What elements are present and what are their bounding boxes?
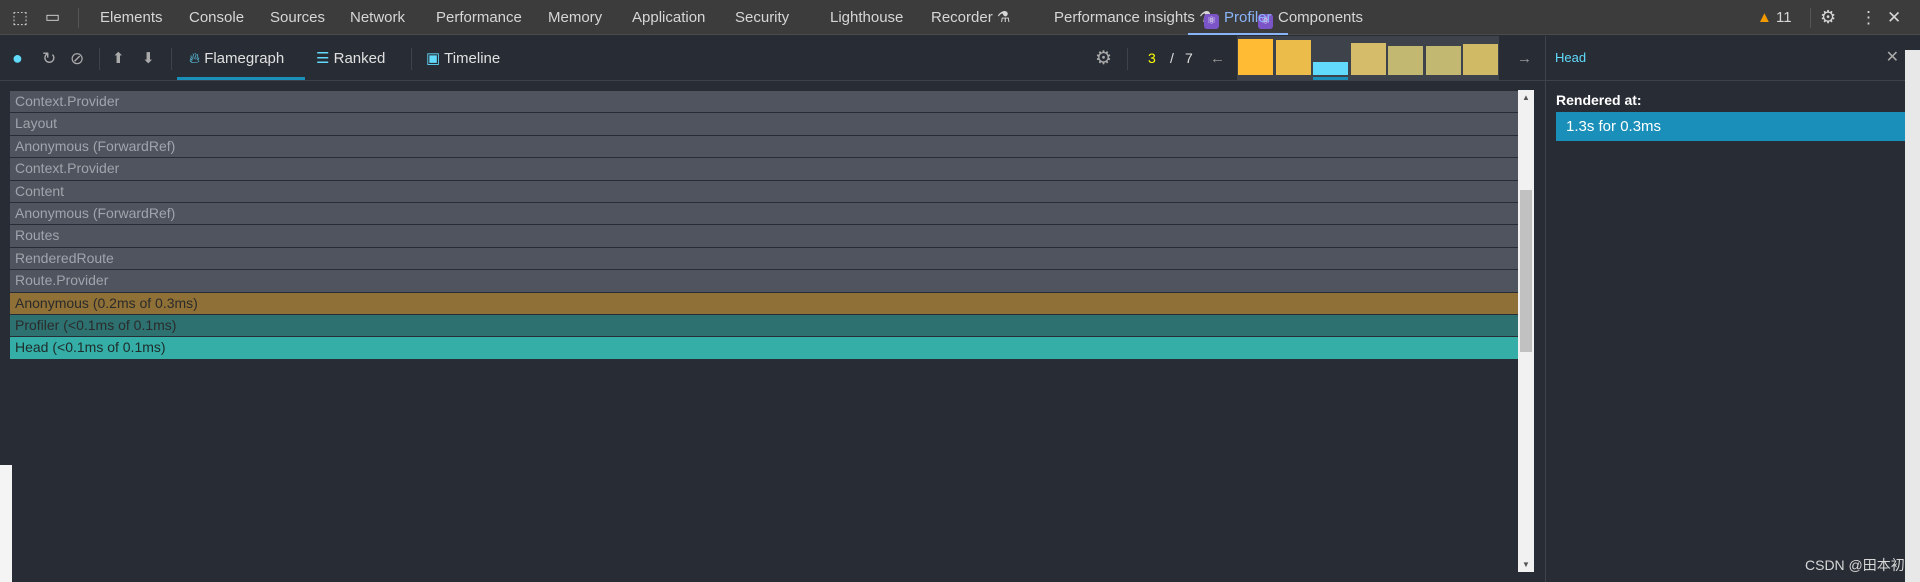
commit-bar[interactable]	[1388, 46, 1423, 75]
tab-memory[interactable]: Memory	[548, 0, 602, 35]
tab-elements[interactable]: Elements	[100, 0, 163, 35]
flamegraph-node[interactable]: Context.Provider	[10, 158, 1518, 181]
rendered-at-item[interactable]: 1.3s for 0.3ms	[1556, 112, 1906, 141]
tab-application[interactable]: Application	[632, 0, 705, 35]
tab-profiler[interactable]: ⚛ Profiler	[1188, 0, 1288, 35]
flamegraph-node[interactable]: Anonymous (0.2ms of 0.3ms)	[10, 292, 1518, 315]
device-toolbar-icon[interactable]: ▭	[45, 0, 60, 35]
previous-commit-button[interactable]: ←	[1210, 36, 1225, 81]
flamegraph-node[interactable]: Anonymous (ForwardRef)	[10, 135, 1518, 159]
inspect-element-icon[interactable]: ⬚	[12, 0, 28, 35]
tab-console[interactable]: Console	[189, 0, 244, 35]
commit-bar[interactable]	[1275, 40, 1311, 75]
timeline-label: Timeline	[444, 50, 501, 67]
scroll-down-icon[interactable]: ▼	[1518, 560, 1534, 569]
timeline-tab[interactable]: ▣ Timeline	[426, 36, 500, 81]
react-icon: ⚛	[1204, 14, 1219, 29]
record-button[interactable]: ●	[12, 36, 23, 81]
flame-icon: 🔥︎	[189, 50, 201, 67]
flamegraph-node[interactable]: Profiler (<0.1ms of 0.1ms)	[10, 314, 1518, 338]
save-profile-icon[interactable]: ⬇	[142, 36, 155, 81]
selected-component-name: Head	[1555, 50, 1587, 65]
watermark: CSDN @田本初	[1805, 557, 1905, 573]
commit-bar[interactable]	[1425, 46, 1461, 75]
commit-bar-chart	[1237, 36, 1499, 80]
flamegraph-node[interactable]: Content	[10, 180, 1518, 203]
clear-profile-icon[interactable]: ⊘	[70, 36, 84, 81]
selected-commit-indicator	[1313, 77, 1348, 80]
ranked-tab[interactable]: ☰ Ranked	[316, 36, 385, 81]
scrollbar-thumb[interactable]	[1520, 190, 1532, 352]
profiler-settings-icon[interactable]: ⚙	[1095, 36, 1112, 81]
tab-performance[interactable]: Performance	[436, 0, 522, 35]
flamegraph-node[interactable]: Route.Provider	[10, 270, 1518, 293]
tab-recorder-label: Recorder	[931, 9, 993, 26]
flamegraph-scrollbar[interactable]: ▲ ▼	[1518, 90, 1534, 572]
commit-bar[interactable]	[1463, 44, 1498, 75]
settings-gear-icon[interactable]: ⚙	[1820, 0, 1836, 35]
flamegraph-node[interactable]: Layout	[10, 113, 1518, 136]
close-devtools-icon[interactable]: ✕	[1887, 0, 1901, 35]
ranked-icon: ☰	[316, 50, 330, 67]
ranked-label: Ranked	[333, 50, 386, 67]
flamegraph: Context.Provider Layout Anonymous (Forward…	[10, 91, 1518, 360]
tab-security[interactable]: Security	[735, 0, 789, 35]
flamegraph-node[interactable]: RenderedRoute	[10, 247, 1518, 271]
tab-profiler-label: Profiler	[1224, 9, 1272, 26]
background-page	[1905, 50, 1920, 582]
tab-performance-insights-label: Performance insights	[1054, 9, 1195, 26]
tab-lighthouse[interactable]: Lighthouse	[830, 0, 903, 35]
flamegraph-node[interactable]: Anonymous (ForwardRef)	[10, 202, 1518, 226]
flamegraph-node[interactable]: Routes	[10, 225, 1518, 248]
next-commit-button[interactable]: →	[1517, 36, 1532, 81]
flamegraph-label: Flamegraph	[204, 50, 285, 67]
commit-total: 7	[1185, 50, 1193, 66]
tab-components-label: Components	[1278, 9, 1364, 26]
selected-fiber-panel: Head ✕ Rendered at: 1.3s for 0.3ms	[1545, 36, 1906, 582]
flamegraph-tab[interactable]: 🔥︎ Flamegraph	[177, 36, 305, 80]
tab-network[interactable]: Network	[350, 0, 405, 35]
warning-icon: ▲	[1757, 9, 1772, 26]
load-profile-icon[interactable]: ⬆	[112, 36, 125, 81]
calendar-icon: ▣	[426, 50, 441, 67]
devtools-tab-bar: ⬚ ▭ Elements Console Sources Network Per…	[0, 0, 1920, 35]
commit-bar[interactable]	[1238, 39, 1273, 75]
tab-sources[interactable]: Sources	[270, 0, 325, 35]
tab-recorder[interactable]: Recorder ⚗	[931, 0, 1010, 35]
commit-bar[interactable]	[1350, 43, 1386, 75]
flamegraph-node[interactable]: Context.Provider	[10, 91, 1518, 114]
flamegraph-node[interactable]: Head (<0.1ms of 0.1ms)	[10, 337, 1518, 360]
background-page	[0, 465, 12, 582]
reload-and-profile-icon[interactable]: ↻	[42, 36, 56, 81]
commit-current: 3	[1148, 50, 1156, 66]
commit-separator: /	[1170, 50, 1174, 66]
flask-icon: ⚗	[996, 9, 1011, 26]
warnings-badge[interactable]: ▲ 11	[1757, 0, 1792, 35]
warnings-count: 11	[1776, 9, 1792, 26]
commit-bar[interactable]	[1313, 62, 1348, 75]
rendered-at-label: Rendered at:	[1556, 92, 1642, 108]
close-panel-icon[interactable]: ✕	[1886, 47, 1899, 67]
scroll-up-icon[interactable]: ▲	[1518, 90, 1534, 102]
profiler-toolbar: ● ↻ ⊘ ⬆ ⬇ 🔥︎ Flamegraph ☰ Ranked ▣ Timel…	[0, 36, 1545, 81]
more-options-icon[interactable]: ⋮	[1860, 0, 1877, 35]
